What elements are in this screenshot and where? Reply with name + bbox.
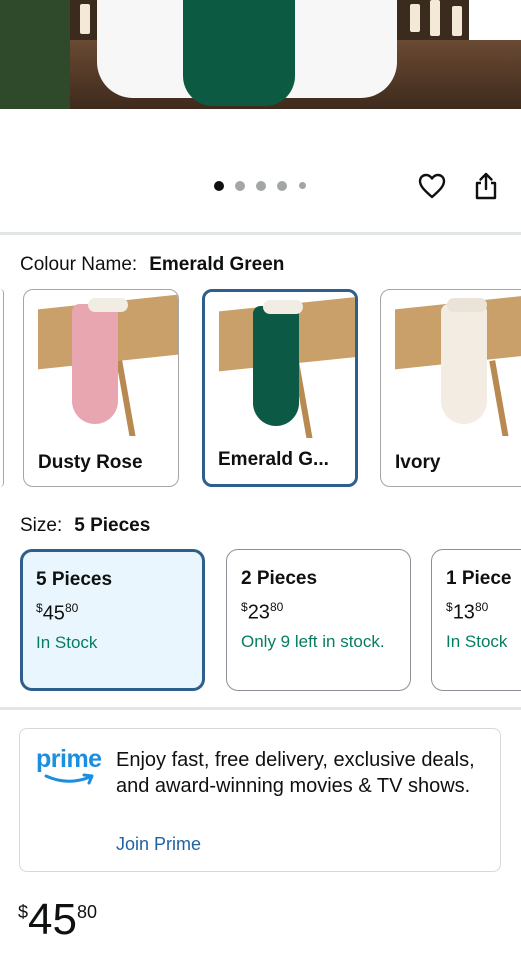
product-image[interactable] <box>0 0 521 109</box>
prime-logo: prime <box>36 745 106 793</box>
swatch-label: Ivory <box>395 452 441 473</box>
carousel-dot[interactable] <box>277 181 287 191</box>
price-currency: $ <box>18 902 29 922</box>
thumb-table-leg <box>489 360 511 436</box>
price-fraction: 80 <box>64 601 79 615</box>
section-divider <box>0 232 521 235</box>
image-candle <box>410 4 420 32</box>
price-currency: $ <box>36 601 43 615</box>
carousel-dot[interactable] <box>256 181 266 191</box>
price-fraction: 80 <box>269 600 284 614</box>
price-fraction: 80 <box>76 902 97 922</box>
image-table-runner <box>183 0 295 106</box>
share-icon <box>475 172 497 200</box>
price-whole: 13 <box>452 601 475 624</box>
share-button[interactable] <box>471 171 501 201</box>
price-whole: 45 <box>28 895 77 944</box>
swatch-ivory[interactable]: Ivory <box>380 289 521 487</box>
size-option-stock: In Stock <box>36 633 98 652</box>
price-currency: $ <box>446 600 453 614</box>
product-price: $4580 <box>18 898 97 942</box>
size-option-name: 1 Piece <box>446 568 512 589</box>
price-fraction: 80 <box>474 600 489 614</box>
wishlist-button[interactable] <box>417 171 447 201</box>
prime-promo-card[interactable]: prime Enjoy fast, free delivery, exclusi… <box>19 728 501 872</box>
join-prime-link[interactable]: Join Prime <box>116 834 201 855</box>
colour-name-value: Emerald Green <box>149 254 285 275</box>
price-whole: 45 <box>42 602 65 625</box>
carousel-dot[interactable] <box>235 181 245 191</box>
carousel-dot-active[interactable] <box>214 181 224 191</box>
thumb-flowers <box>88 298 128 312</box>
swatch-thumbnail <box>24 290 178 436</box>
thumb-drape <box>253 306 299 426</box>
thumb-flowers <box>447 298 487 312</box>
section-divider <box>0 707 521 710</box>
size-option-1-piece[interactable]: 1 Piece $1380 In Stock <box>431 549 521 691</box>
image-candle <box>430 0 440 36</box>
size-option-price: $4580 <box>36 601 78 626</box>
prime-message: Enjoy fast, free delivery, exclusive dea… <box>116 749 475 797</box>
thumb-drape <box>72 304 118 424</box>
size-option-name: 5 Pieces <box>36 569 113 590</box>
swatch-thumbnail <box>381 290 521 436</box>
size-value: 5 Pieces <box>74 515 151 536</box>
swatch-label: Dusty Rose <box>38 452 143 473</box>
size-option-5-pieces[interactable]: 5 Pieces $4580 In Stock <box>20 549 205 691</box>
price-whole: 23 <box>247 601 270 624</box>
thumb-table-leg <box>116 360 138 436</box>
price-currency: $ <box>241 600 248 614</box>
carousel-dot[interactable] <box>299 182 306 189</box>
swatch-dusty-rose[interactable]: Dusty Rose <box>23 289 179 487</box>
size-option-stock: In Stock <box>446 632 508 651</box>
thumb-flowers <box>263 300 303 314</box>
size-option-price: $1380 <box>446 600 488 625</box>
prime-smile-icon <box>44 773 94 785</box>
size-option-stock: Only 9 left in stock. <box>241 632 385 651</box>
swatch-label: Emerald G... <box>218 449 329 470</box>
heart-icon <box>418 173 446 199</box>
size-option-price: $2380 <box>241 600 283 625</box>
size-option-name: 2 Pieces <box>241 568 318 589</box>
swatch-partial-left[interactable] <box>0 289 4 487</box>
size-row: Size: 5 Pieces <box>20 515 150 537</box>
image-candle <box>452 6 462 36</box>
size-label: Size: <box>20 515 63 536</box>
colour-name-label: Colour Name: <box>20 254 138 275</box>
image-greenery <box>0 0 70 109</box>
swatch-emerald-green[interactable]: Emerald G... <box>202 289 358 487</box>
prime-logo-text: prime <box>36 745 102 773</box>
size-option-2-pieces[interactable]: 2 Pieces $2380 Only 9 left in stock. <box>226 549 411 691</box>
thumb-drape <box>441 304 487 424</box>
colour-name-row: Colour Name: Emerald Green <box>20 254 284 276</box>
swatch-thumbnail <box>205 292 355 438</box>
image-candle <box>80 4 90 34</box>
